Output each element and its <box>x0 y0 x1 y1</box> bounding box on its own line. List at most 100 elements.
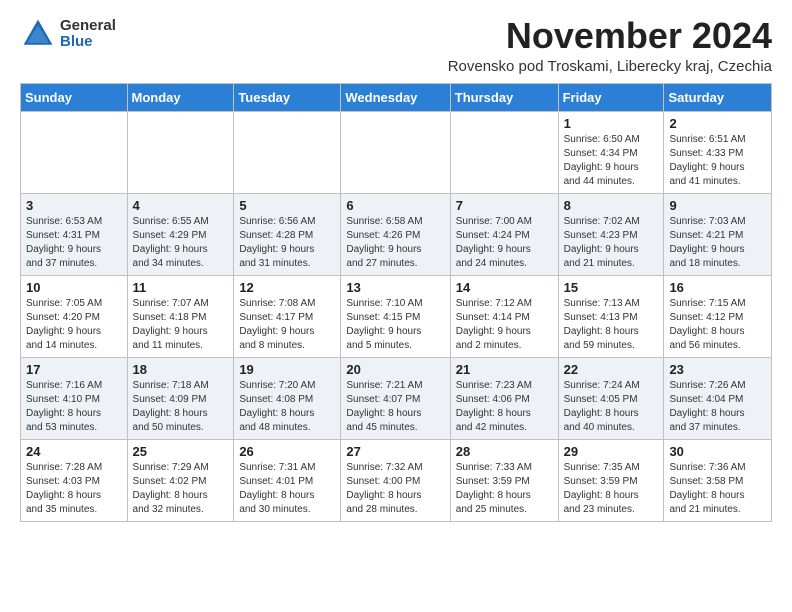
day-number: 3 <box>26 198 122 213</box>
day-number: 29 <box>564 444 659 459</box>
day-info: Sunrise: 7:26 AM Sunset: 4:04 PM Dayligh… <box>669 379 766 435</box>
day-cell: 21 Sunrise: 7:23 AM Sunset: 4:06 PM Dayli… <box>450 357 558 439</box>
day-info: Sunrise: 7:03 AM Sunset: 4:21 PM Dayligh… <box>669 215 766 271</box>
day-cell: 13Sunrise: 7:10 AM Sunset: 4:15 PM Dayli… <box>341 275 450 357</box>
day-cell: 15 Sunrise: 7:13 AM Sunset: 4:13 PM Dayli… <box>558 275 664 357</box>
weekday-header-sunday: Sunday <box>21 83 128 111</box>
day-cell: 17Sunrise: 7:16 AM Sunset: 4:10 PM Dayli… <box>21 357 128 439</box>
week-row-4: 17Sunrise: 7:16 AM Sunset: 4:10 PM Dayli… <box>21 357 772 439</box>
week-row-1: 1 Sunrise: 6:50 AM Sunset: 4:34 PM Daylig… <box>21 111 772 193</box>
day-number: 22 <box>564 362 659 377</box>
day-number: 27 <box>346 444 444 459</box>
day-info: Sunrise: 7:23 AM Sunset: 4:06 PM Dayligh… <box>456 379 553 435</box>
week-row-3: 10Sunrise: 7:05 AM Sunset: 4:20 PM Dayli… <box>21 275 772 357</box>
day-cell: 2 Sunrise: 6:51 AM Sunset: 4:33 PM Daylig… <box>664 111 772 193</box>
header: General Blue November 2024 Rovensko pod … <box>20 16 772 75</box>
day-number: 17 <box>26 362 122 377</box>
weekday-header-row: SundayMondayTuesdayWednesdayThursdayFrid… <box>21 83 772 111</box>
day-cell: 26Sunrise: 7:31 AM Sunset: 4:01 PM Dayli… <box>234 439 341 521</box>
day-cell: 3 Sunrise: 6:53 AM Sunset: 4:31 PM Daylig… <box>21 193 128 275</box>
location-title: Rovensko pod Troskami, Liberecky kraj, C… <box>448 58 772 75</box>
day-info: Sunrise: 7:00 AM Sunset: 4:24 PM Dayligh… <box>456 215 553 271</box>
day-number: 2 <box>669 116 766 131</box>
day-number: 14 <box>456 280 553 295</box>
day-cell: 9Sunrise: 7:03 AM Sunset: 4:21 PM Daylig… <box>664 193 772 275</box>
day-info: Sunrise: 7:21 AM Sunset: 4:07 PM Dayligh… <box>346 379 444 435</box>
day-number: 30 <box>669 444 766 459</box>
day-cell <box>127 111 234 193</box>
day-cell: 5 Sunrise: 6:56 AM Sunset: 4:28 PM Daylig… <box>234 193 341 275</box>
day-cell: 10Sunrise: 7:05 AM Sunset: 4:20 PM Dayli… <box>21 275 128 357</box>
day-info: Sunrise: 7:15 AM Sunset: 4:12 PM Dayligh… <box>669 297 766 353</box>
day-info: Sunrise: 7:05 AM Sunset: 4:20 PM Dayligh… <box>26 297 122 353</box>
weekday-header-saturday: Saturday <box>664 83 772 111</box>
day-cell <box>450 111 558 193</box>
day-info: Sunrise: 7:08 AM Sunset: 4:17 PM Dayligh… <box>239 297 335 353</box>
day-number: 11 <box>133 280 229 295</box>
day-cell: 30 Sunrise: 7:36 AM Sunset: 3:58 PM Dayli… <box>664 439 772 521</box>
day-info: Sunrise: 7:18 AM Sunset: 4:09 PM Dayligh… <box>133 379 229 435</box>
day-cell: 16Sunrise: 7:15 AM Sunset: 4:12 PM Dayli… <box>664 275 772 357</box>
day-info: Sunrise: 6:56 AM Sunset: 4:28 PM Dayligh… <box>239 215 335 271</box>
calendar-header: SundayMondayTuesdayWednesdayThursdayFrid… <box>21 83 772 111</box>
day-number: 8 <box>564 198 659 213</box>
day-number: 4 <box>133 198 229 213</box>
day-number: 28 <box>456 444 553 459</box>
day-number: 19 <box>239 362 335 377</box>
day-info: Sunrise: 6:51 AM Sunset: 4:33 PM Dayligh… <box>669 133 766 189</box>
day-info: Sunrise: 7:13 AM Sunset: 4:13 PM Dayligh… <box>564 297 659 353</box>
day-info: Sunrise: 6:58 AM Sunset: 4:26 PM Dayligh… <box>346 215 444 271</box>
week-row-2: 3 Sunrise: 6:53 AM Sunset: 4:31 PM Daylig… <box>21 193 772 275</box>
day-info: Sunrise: 7:20 AM Sunset: 4:08 PM Dayligh… <box>239 379 335 435</box>
day-cell: 8Sunrise: 7:02 AM Sunset: 4:23 PM Daylig… <box>558 193 664 275</box>
logo: General Blue <box>20 16 116 52</box>
logo-blue-text: Blue <box>60 34 116 51</box>
day-info: Sunrise: 7:35 AM Sunset: 3:59 PM Dayligh… <box>564 461 659 517</box>
day-number: 26 <box>239 444 335 459</box>
day-cell: 28Sunrise: 7:33 AM Sunset: 3:59 PM Dayli… <box>450 439 558 521</box>
day-info: Sunrise: 7:07 AM Sunset: 4:18 PM Dayligh… <box>133 297 229 353</box>
day-info: Sunrise: 6:50 AM Sunset: 4:34 PM Dayligh… <box>564 133 659 189</box>
day-number: 1 <box>564 116 659 131</box>
day-cell: 6 Sunrise: 6:58 AM Sunset: 4:26 PM Daylig… <box>341 193 450 275</box>
day-cell <box>21 111 128 193</box>
day-info: Sunrise: 7:10 AM Sunset: 4:15 PM Dayligh… <box>346 297 444 353</box>
day-number: 21 <box>456 362 553 377</box>
logo-general-text: General <box>60 18 116 35</box>
day-cell: 29 Sunrise: 7:35 AM Sunset: 3:59 PM Dayli… <box>558 439 664 521</box>
day-number: 7 <box>456 198 553 213</box>
day-cell: 25 Sunrise: 7:29 AM Sunset: 4:02 PM Dayli… <box>127 439 234 521</box>
day-cell <box>341 111 450 193</box>
calendar: SundayMondayTuesdayWednesdayThursdayFrid… <box>20 83 772 522</box>
day-cell: 11 Sunrise: 7:07 AM Sunset: 4:18 PM Dayli… <box>127 275 234 357</box>
day-info: Sunrise: 7:29 AM Sunset: 4:02 PM Dayligh… <box>133 461 229 517</box>
day-cell: 14Sunrise: 7:12 AM Sunset: 4:14 PM Dayli… <box>450 275 558 357</box>
day-number: 5 <box>239 198 335 213</box>
logo-text: General Blue <box>60 18 116 51</box>
day-number: 24 <box>26 444 122 459</box>
week-row-5: 24 Sunrise: 7:28 AM Sunset: 4:03 PM Dayli… <box>21 439 772 521</box>
day-info: Sunrise: 7:36 AM Sunset: 3:58 PM Dayligh… <box>669 461 766 517</box>
day-number: 15 <box>564 280 659 295</box>
day-info: Sunrise: 6:53 AM Sunset: 4:31 PM Dayligh… <box>26 215 122 271</box>
day-cell: 20Sunrise: 7:21 AM Sunset: 4:07 PM Dayli… <box>341 357 450 439</box>
weekday-header-monday: Monday <box>127 83 234 111</box>
day-info: Sunrise: 7:28 AM Sunset: 4:03 PM Dayligh… <box>26 461 122 517</box>
day-cell: 19 Sunrise: 7:20 AM Sunset: 4:08 PM Dayli… <box>234 357 341 439</box>
day-cell: 12Sunrise: 7:08 AM Sunset: 4:17 PM Dayli… <box>234 275 341 357</box>
month-title: November 2024 <box>448 16 772 56</box>
day-cell: 7 Sunrise: 7:00 AM Sunset: 4:24 PM Daylig… <box>450 193 558 275</box>
weekday-header-thursday: Thursday <box>450 83 558 111</box>
day-cell: 22 Sunrise: 7:24 AM Sunset: 4:05 PM Dayli… <box>558 357 664 439</box>
logo-icon <box>20 16 56 52</box>
day-number: 25 <box>133 444 229 459</box>
title-section: November 2024 Rovensko pod Troskami, Lib… <box>448 16 772 75</box>
day-info: Sunrise: 7:24 AM Sunset: 4:05 PM Dayligh… <box>564 379 659 435</box>
day-number: 23 <box>669 362 766 377</box>
day-cell: 27Sunrise: 7:32 AM Sunset: 4:00 PM Dayli… <box>341 439 450 521</box>
day-number: 6 <box>346 198 444 213</box>
day-cell: 24 Sunrise: 7:28 AM Sunset: 4:03 PM Dayli… <box>21 439 128 521</box>
calendar-body: 1 Sunrise: 6:50 AM Sunset: 4:34 PM Daylig… <box>21 111 772 521</box>
day-cell: 1 Sunrise: 6:50 AM Sunset: 4:34 PM Daylig… <box>558 111 664 193</box>
day-cell <box>234 111 341 193</box>
